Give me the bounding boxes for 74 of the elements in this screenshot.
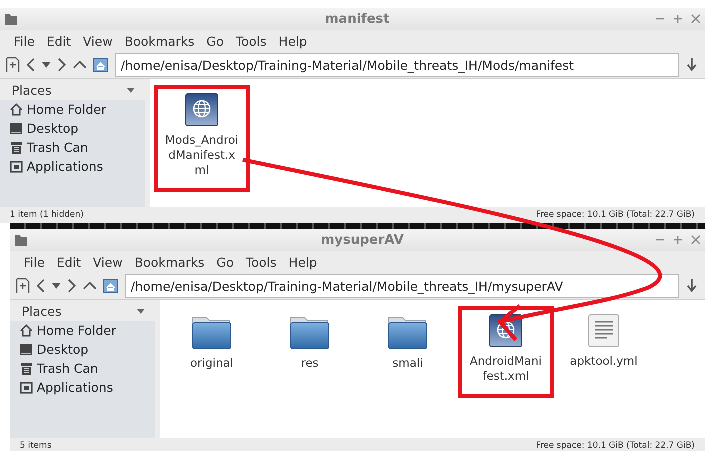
- menu-item[interactable]: Help: [282, 254, 324, 270]
- menu-item[interactable]: Tools: [240, 254, 283, 270]
- places-label: Places: [12, 83, 52, 98]
- sidebar-item[interactable]: Home Folder: [27, 102, 107, 117]
- new-tab-icon[interactable]: [16, 278, 30, 294]
- forward-icon[interactable]: [67, 279, 77, 293]
- menu-item[interactable]: Edit: [50, 254, 88, 270]
- sidebar-item[interactable]: Trash Can: [37, 361, 98, 376]
- dropdown-icon[interactable]: [127, 88, 135, 93]
- status-text: 1 item (1 hidden): [10, 210, 84, 220]
- menu-item[interactable]: Edit: [40, 34, 78, 48]
- menu-item[interactable]: File: [18, 254, 51, 270]
- desktop-icon: [10, 122, 23, 135]
- window-title: manifest: [324, 12, 391, 26]
- path-field[interactable]: /home/enisa/Desktop/Training-Material/Mobile_threats_IH/Mods/manifest: [115, 53, 679, 77]
- home-folder-icon[interactable]: [93, 57, 109, 73]
- text-file-icon: [588, 314, 620, 348]
- back-icon[interactable]: [36, 279, 46, 293]
- file-item[interactable]: smali: [360, 306, 456, 385]
- sidebar-item[interactable]: Desktop: [27, 121, 79, 136]
- web-file-icon: [185, 93, 219, 127]
- close-icon[interactable]: [691, 235, 701, 245]
- folder-icon: [14, 234, 28, 246]
- dropdown-icon[interactable]: [42, 62, 51, 68]
- file-name[interactable]: original: [175, 356, 249, 371]
- sidebar-item[interactable]: Applications: [27, 159, 104, 174]
- sidebar-item[interactable]: Home Folder: [37, 323, 117, 338]
- places-label: Places: [22, 304, 62, 319]
- window-title: mysuperAV: [320, 232, 405, 248]
- menu-item[interactable]: Tools: [230, 34, 273, 48]
- menu-item[interactable]: Go: [210, 254, 240, 270]
- file-name[interactable]: res: [273, 356, 347, 371]
- file-item[interactable]: apktool.yml: [556, 306, 652, 383]
- file-name[interactable]: Mods_AndroidManifest.xml: [165, 133, 239, 178]
- forward-icon[interactable]: [57, 58, 67, 72]
- menu-item[interactable]: View: [87, 254, 129, 270]
- up-icon[interactable]: [83, 281, 97, 291]
- status-text: 5 items: [20, 441, 52, 451]
- dropdown-icon[interactable]: [137, 309, 145, 314]
- home-icon: [10, 103, 23, 116]
- up-icon[interactable]: [73, 60, 87, 70]
- new-tab-icon[interactable]: [6, 57, 20, 73]
- menu-item[interactable]: Bookmarks: [128, 254, 211, 270]
- sidebar-item[interactable]: Applications: [37, 380, 114, 395]
- menu-item[interactable]: File: [8, 34, 41, 48]
- sidebar-item[interactable]: Desktop: [37, 342, 89, 357]
- applications-icon: [10, 160, 23, 173]
- menu-item[interactable]: Help: [272, 34, 314, 48]
- sidebar-item[interactable]: Trash Can: [27, 140, 88, 155]
- go-icon[interactable]: [685, 57, 699, 73]
- trash-icon: [10, 141, 23, 154]
- maximize-icon[interactable]: [673, 14, 683, 24]
- file-name[interactable]: smali: [371, 356, 445, 371]
- home-folder-icon[interactable]: [103, 278, 119, 294]
- dropdown-icon[interactable]: [52, 283, 61, 289]
- back-icon[interactable]: [26, 58, 36, 72]
- trash-icon: [20, 362, 33, 375]
- maximize-icon[interactable]: [673, 235, 683, 245]
- file-name[interactable]: AndroidManifest.xml: [469, 354, 543, 384]
- go-icon[interactable]: [685, 278, 699, 294]
- menu-item[interactable]: Bookmarks: [118, 34, 201, 48]
- file-name[interactable]: apktool.yml: [567, 354, 641, 369]
- desktop-icon: [20, 343, 33, 356]
- menu-item[interactable]: View: [77, 34, 119, 48]
- menu-item[interactable]: Go: [200, 34, 230, 48]
- free-space-text: Free space: 10.1 GiB (Total: 22.7 GiB): [536, 210, 695, 220]
- folder-icon: [4, 12, 18, 26]
- file-item[interactable]: res: [262, 306, 358, 385]
- home-icon: [20, 324, 33, 337]
- free-space-text: Free space: 10.1 GiB (Total: 22.7 GiB): [536, 441, 695, 451]
- close-icon[interactable]: [691, 14, 701, 24]
- file-item[interactable]: original: [164, 306, 260, 385]
- applications-icon: [20, 381, 33, 394]
- path-field[interactable]: /home/enisa/Desktop/Training-Material/Mobile_threats_IH/mysuperAV: [125, 274, 679, 298]
